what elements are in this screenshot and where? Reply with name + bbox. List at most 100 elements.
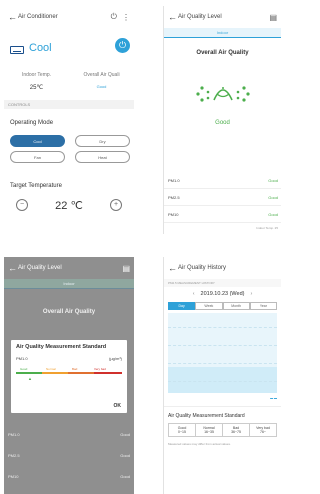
page-title: Air Quality History xyxy=(178,265,227,271)
current-level-marker-icon: ▲ xyxy=(28,376,32,381)
grid-line xyxy=(168,363,277,364)
next-date-icon[interactable]: › xyxy=(250,291,252,297)
air-quality-status: Good xyxy=(215,120,230,126)
page-title: Air Quality Level xyxy=(178,14,222,20)
pm-label: PM1.0 xyxy=(168,177,180,183)
power-button[interactable]: ⏻ xyxy=(115,38,130,53)
back-arrow-icon[interactable]: ← xyxy=(8,263,18,273)
scale-normal-segment xyxy=(42,372,68,374)
page-title: Air Conditioner xyxy=(18,14,58,20)
footnote: Indoor Temp. 25 xyxy=(256,226,278,230)
grid-line xyxy=(168,381,277,382)
list-item: PM2.5 Good xyxy=(164,189,281,206)
dialog-unit: (µg/m³) xyxy=(109,356,122,361)
mode-heat-button[interactable]: Heat xyxy=(75,151,130,163)
tab-month[interactable]: Month xyxy=(222,302,250,310)
mode-dry-button[interactable]: Dry xyxy=(75,135,130,147)
status-summary: Indoor Temp. 25℃ Overall Air Quali Good xyxy=(4,68,134,98)
standard-cell: Very bad 76~ xyxy=(250,424,276,436)
current-mode: Cool xyxy=(29,42,52,54)
pm-label: PM2.5 xyxy=(168,194,180,200)
indoor-temp-value: 25℃ xyxy=(29,85,44,91)
period-tabs: Day Week Month Year xyxy=(168,302,277,310)
pm-label: PM1.0 xyxy=(8,432,20,437)
air-quality-value: Good xyxy=(96,84,107,89)
standard-range: 36~75 xyxy=(231,430,241,434)
list-item: PM10 Good xyxy=(164,206,281,223)
pm-label: PM2.5 xyxy=(8,453,20,458)
indoor-temp-label: Indoor Temp. xyxy=(21,72,52,78)
pm-status: Good xyxy=(120,453,130,458)
target-temp-value: 22 ℃ xyxy=(55,199,83,212)
top-bar: ← Air Quality History xyxy=(164,257,281,279)
pm-label: PM10 xyxy=(168,211,179,217)
level-normal: Normal xyxy=(46,367,56,371)
good-range-band xyxy=(168,367,277,393)
temperature-control: − 22 ℃ + xyxy=(4,195,134,215)
device-header: Cool ⏻ xyxy=(4,34,134,68)
tab-day[interactable]: Day xyxy=(168,302,196,310)
scale-very-bad-segment xyxy=(94,372,122,374)
power-plug-icon[interactable]: ⏻ xyxy=(111,12,117,22)
top-bar: ← Air Quality Level ▤ xyxy=(4,257,134,279)
standard-cell: Bad 36~75 xyxy=(223,424,250,436)
pm-status: Good xyxy=(268,211,278,217)
mode-cool-button[interactable]: Cool xyxy=(10,135,65,147)
list-item: PM2.5 Good xyxy=(4,453,134,458)
air-quality-label: Overall Air Quali xyxy=(83,72,120,78)
standard-range: 0~15 xyxy=(178,430,186,434)
pm-status: Good xyxy=(268,194,278,200)
tab-year[interactable]: Year xyxy=(249,302,277,310)
pm-status: Good xyxy=(268,177,278,183)
air-quality-level-screen: ← Air Quality Level ▤ Indoor Overall Air… xyxy=(163,6,281,234)
scale-good-segment xyxy=(16,372,42,374)
current-date: 2019.10.23 (Wed) xyxy=(200,291,245,297)
level-bad: Bad xyxy=(72,367,78,371)
tab-week[interactable]: Week xyxy=(195,302,223,310)
dialog-title: Air Quality Measurement Standard xyxy=(16,344,107,350)
tab-indoor[interactable]: Indoor xyxy=(164,28,281,38)
list-item: PM1.0 Good xyxy=(164,172,281,189)
operating-mode-label: Operating Mode xyxy=(10,120,54,126)
standard-range: 16~35 xyxy=(204,430,214,434)
measurement-history-subtitle: PM2.5 MEASUREMENT HISTORY xyxy=(164,279,281,287)
mode-fan-button[interactable]: Fan xyxy=(10,151,65,163)
more-options-icon[interactable]: ⋮ xyxy=(122,13,130,22)
chart-legend: ▬ ▬ xyxy=(270,396,277,400)
pm-status: Good xyxy=(120,432,130,437)
back-arrow-icon[interactable]: ← xyxy=(168,12,178,22)
list-item: PM10 Good xyxy=(4,474,134,479)
standard-range: 76~ xyxy=(260,430,266,434)
date-navigator: ‹ 2019.10.23 (Wed) › xyxy=(164,287,281,301)
pm-status: Good xyxy=(120,474,130,479)
target-temp-label: Target Temperature xyxy=(10,183,62,189)
pm-list: PM1.0 Good PM2.5 Good PM10 Good xyxy=(164,172,281,223)
history-chart xyxy=(168,313,277,393)
tab-indoor[interactable]: Indoor xyxy=(4,279,134,289)
history-icon[interactable]: ▤ xyxy=(269,13,277,22)
overall-air-quality-title: Overall Air Quality xyxy=(42,309,96,315)
overall-air-quality-title: Overall Air Quality xyxy=(196,50,249,56)
air-quality-face-icon xyxy=(164,70,281,120)
dialog-pm-label: PM1.0 xyxy=(16,356,28,361)
history-icon[interactable]: ▤ xyxy=(122,264,130,273)
back-arrow-icon[interactable]: ← xyxy=(8,12,18,22)
air-conditioner-screen: ← Air Conditioner ⏻ ⋮ Cool ⏻ Indoor Temp… xyxy=(4,6,134,234)
list-item: PM1.0 Good xyxy=(4,432,134,437)
increase-temp-button[interactable]: + xyxy=(110,199,122,211)
standard-cell: Normal 16~35 xyxy=(196,424,223,436)
mode-selector: Cool Dry Fan Heat xyxy=(10,135,130,163)
level-scale: Good Normal Bad Very bad ▲ xyxy=(16,367,122,385)
grid-line xyxy=(168,345,277,346)
decrease-temp-button[interactable]: − xyxy=(16,199,28,211)
ok-button[interactable]: OK xyxy=(114,403,122,409)
disclaimer-note: Measured values may differ from actual v… xyxy=(168,442,231,446)
back-arrow-icon[interactable]: ← xyxy=(168,263,178,273)
pm-label: PM10 xyxy=(8,474,19,479)
previous-date-icon[interactable]: ‹ xyxy=(193,291,195,297)
level-good: Good xyxy=(20,367,28,371)
top-bar: ← Air Quality Level ▤ xyxy=(164,6,281,28)
air-quality-history-screen: ← Air Quality History PM2.5 MEASUREMENT … xyxy=(163,257,281,494)
grid-line xyxy=(168,327,277,328)
scale-bad-segment xyxy=(68,372,94,374)
